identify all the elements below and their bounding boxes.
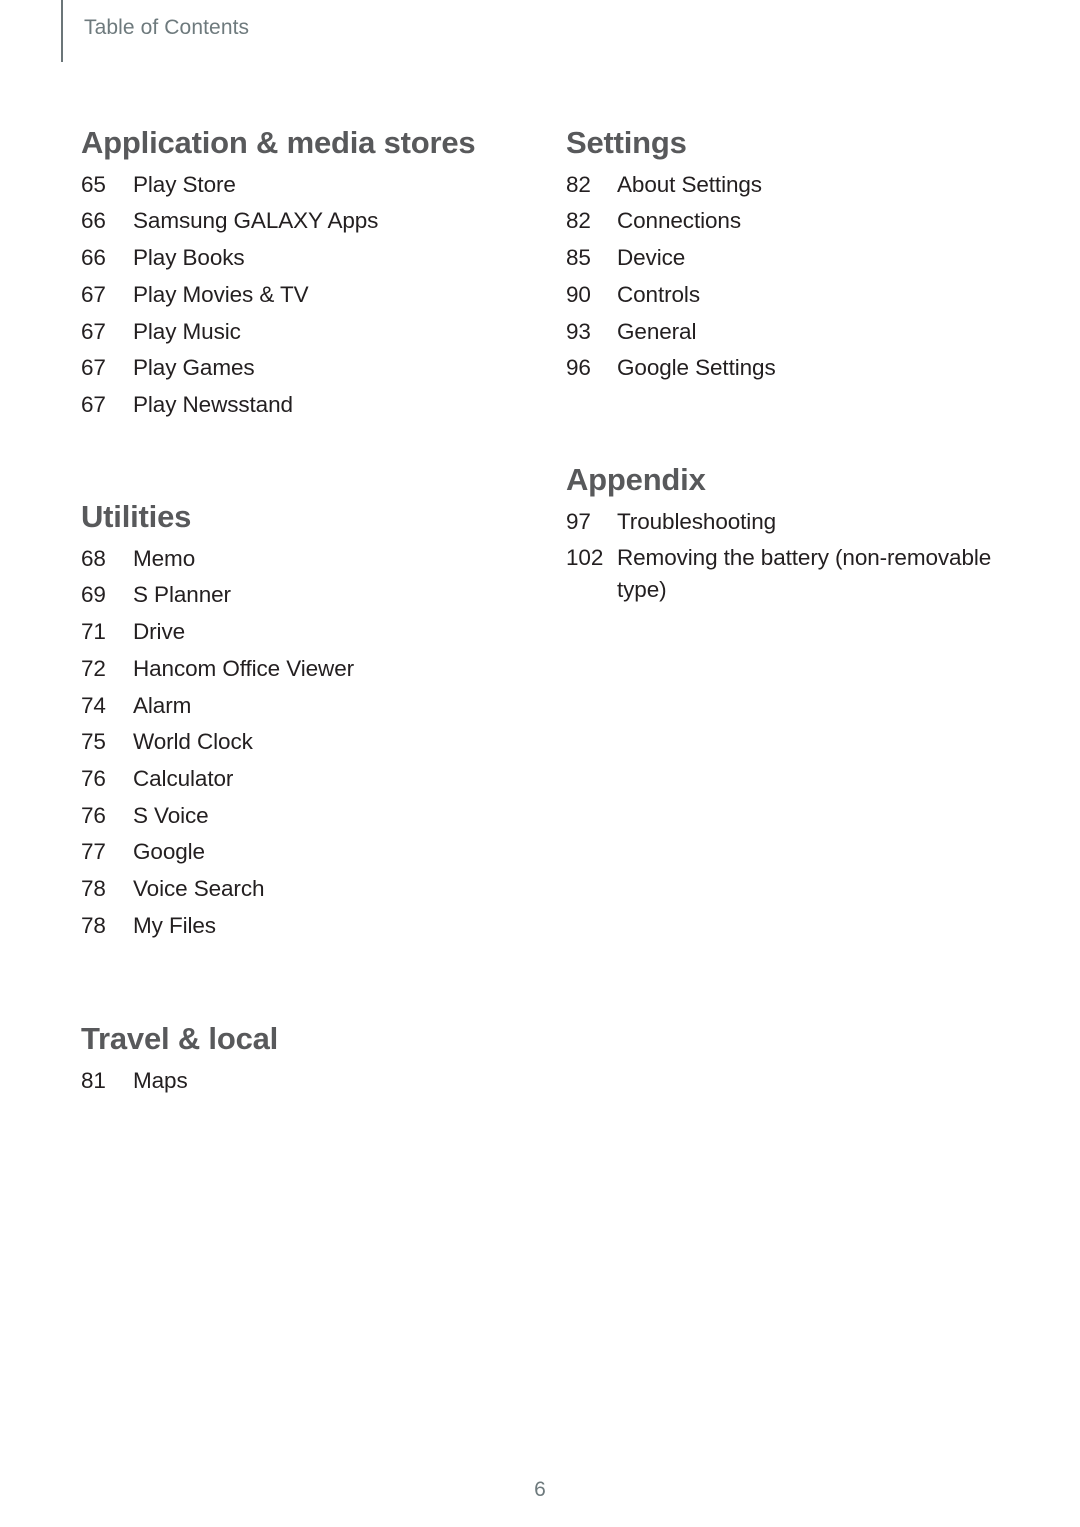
toc-entry[interactable]: 68 Memo [81,541,536,578]
toc-entry-title: Drive [133,619,186,645]
toc-entry[interactable]: 81 Maps [81,1063,536,1100]
section-heading: Settings [566,125,687,160]
toc-entry-page-number: 65 [81,171,106,197]
toc-entry[interactable]: 78 My Files [81,908,536,945]
toc-entry-page-number: 72 [81,655,106,681]
toc-entry-page-number: 67 [81,281,106,307]
toc-entry[interactable]: 96 Google Settings [566,350,1031,387]
toc-entry-page-number: 76 [81,802,106,828]
toc-entry-title: Maps [133,1067,188,1093]
toc-entry[interactable]: 85 Device [566,240,1031,277]
toc-entry[interactable]: 93 General [566,314,1031,351]
toc-entry[interactable]: 67 Play Games [81,350,536,387]
toc-entry[interactable]: 67 Play Music [81,314,536,351]
toc-entry[interactable]: 67 Play Newsstand [81,387,536,424]
toc-section: Settings 82 About Settings 82 Connections 85 D… [566,125,1031,387]
toc-entry-title: Calculator [133,765,234,791]
section-heading: Travel & local [81,1021,279,1056]
toc-entry[interactable]: 75 World Clock [81,724,536,761]
toc-entry[interactable]: 82 About Settings [566,167,1031,204]
toc-entry-title: Play Newsstand [133,391,293,417]
toc-entry-page-number: 78 [81,876,106,902]
section-heading: Utilities [81,499,192,534]
toc-entry-page-number: 85 [566,245,591,271]
toc-entry-page-number: 67 [81,391,106,417]
toc-entry-title: General [617,318,697,344]
toc-entry[interactable]: 65 Play Store [81,167,536,204]
toc-entry-title: Samsung GALAXY Apps [133,208,379,234]
toc-entry[interactable]: 69 S Planner [81,577,536,614]
toc-entry-page-number: 96 [566,355,591,381]
toc-entry[interactable]: 82 Connections [566,203,1031,240]
toc-entry-page-number: 67 [81,355,106,381]
toc-entry-title: Memo [133,545,196,571]
toc-list: 82 About Settings 82 Connections 85 Device 90 C… [566,167,1031,387]
toc-section: Appendix 97 Troubleshooting 102 Removing the… [566,462,1031,607]
toc-entry-title: S Voice [133,802,209,828]
toc-entry-title: Alarm [133,692,192,718]
toc-entry-title: S Planner [133,582,231,608]
page-number: 6 [534,1478,546,1501]
toc-entry[interactable]: 97 Troubleshooting [566,504,1031,541]
toc-section: Utilities 68 Memo 69 S Planner 71 Drive 72 Hanco… [81,499,536,945]
toc-entry-title: Play Books [133,245,245,271]
toc-entry-title: About Settings [617,171,762,197]
toc-entry-page-number: 82 [566,208,591,234]
toc-entry-page-number: 71 [81,619,106,645]
toc-entry-page-number: 66 [81,245,106,271]
toc-entry-title: Controls [617,281,700,307]
toc-entry-title: Hancom Office Viewer [133,655,355,681]
toc-entry[interactable]: 66 Samsung GALAXY Apps [81,203,536,240]
toc-entry-page-number: 97 [566,508,591,534]
toc-entry-page-number: 102 [566,545,604,571]
toc-entry-title: Voice Search [133,876,265,902]
toc-entry[interactable]: 76 S Voice [81,798,536,835]
toc-list: 65 Play Store 66 Samsung GALAXY Apps 66 Play … [81,167,536,424]
toc-entry-page-number: 66 [81,208,106,234]
toc-entry-page-number: 68 [81,545,106,571]
toc-entry-page-number: 69 [81,582,106,608]
toc-list: 81 Maps [81,1063,536,1100]
toc-entry[interactable]: 72 Hancom Office Viewer [81,651,536,688]
toc-entry-page-number: 74 [81,692,106,718]
toc-entry[interactable]: 76 Calculator [81,761,536,798]
toc-entry-page-number: 81 [81,1067,106,1093]
toc-entry[interactable]: 90 Controls [566,277,1031,314]
toc-entry[interactable]: 102 Removing the battery (non-removable t… [566,540,1031,606]
toc-entry-title: Removing the battery (non-removable type… [617,545,992,603]
toc-entry-page-number: 77 [81,839,106,865]
toc-section: Travel & local 81 Maps [81,1021,536,1100]
toc-entry-page-number: 76 [81,765,106,791]
toc-entry[interactable]: 78 Voice Search [81,871,536,908]
toc-entry-page-number: 82 [566,171,591,197]
toc-entry[interactable]: 71 Drive [81,614,536,651]
toc-entry-page-number: 90 [566,281,591,307]
toc-entry-title: Google Settings [617,355,776,381]
document-page: Table of Contents Application & media st… [0,0,1080,1527]
toc-entry[interactable]: 66 Play Books [81,240,536,277]
toc-list: 68 Memo 69 S Planner 71 Drive 72 Hancom Office … [81,541,536,945]
toc-entry-page-number: 93 [566,318,591,344]
toc-section: Application & media stores 65 Play Store 66… [81,125,536,424]
toc-entry-page-number: 75 [81,729,106,755]
toc-entry-page-number: 78 [81,912,106,938]
toc-entry-title: Play Music [133,318,241,344]
toc-entry[interactable]: 77 Google [81,834,536,871]
toc-entry-title: Play Store [133,171,236,197]
section-heading: Appendix [566,462,706,497]
toc-entry-title: Connections [617,208,741,234]
toc-entry-title: Play Movies & TV [133,281,309,307]
toc-entry[interactable]: 74 Alarm [81,688,536,725]
toc-entry-title: My Files [133,912,216,938]
toc-columns: Application & media stores 65 Play Store 66… [0,0,1080,1527]
toc-entry-title: Troubleshooting [617,508,777,534]
toc-entry-title: Play Games [133,355,255,381]
toc-entry-page-number: 67 [81,318,106,344]
toc-entry-title: Google [133,839,205,865]
toc-entry-title: World Clock [133,729,253,755]
section-heading: Application & media stores [81,125,476,160]
toc-list: 97 Troubleshooting 102 Removing the battery… [566,504,1031,607]
toc-entry-title: Device [617,245,686,271]
toc-entry[interactable]: 67 Play Movies & TV [81,277,536,314]
